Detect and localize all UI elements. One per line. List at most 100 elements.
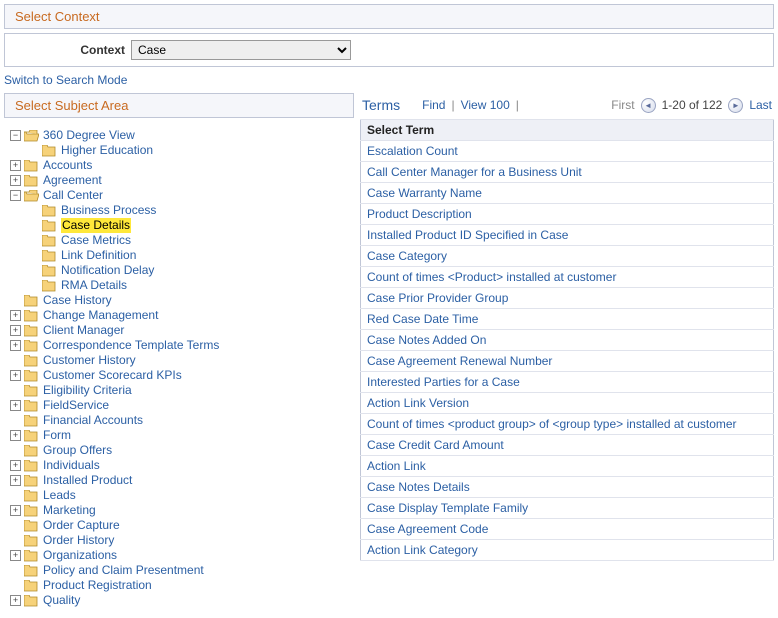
term-link[interactable]: Call Center Manager for a Business Unit — [361, 162, 774, 183]
tree-item[interactable]: Financial Accounts — [10, 413, 350, 428]
folder-open-icon — [24, 130, 39, 142]
expand-icon[interactable]: + — [10, 325, 21, 336]
separator: | — [451, 98, 454, 112]
tree-item-label: FieldService — [43, 398, 109, 413]
tree-item[interactable]: + FieldService — [10, 398, 350, 413]
tree-item[interactable]: Link Definition — [10, 248, 350, 263]
first-link[interactable]: First — [611, 98, 634, 112]
expand-icon[interactable]: + — [10, 460, 21, 471]
tree-item-label: Customer Scorecard KPIs — [43, 368, 182, 383]
tree-item-label: Agreement — [43, 173, 102, 188]
term-link[interactable]: Case Category — [361, 246, 774, 267]
expand-icon[interactable]: + — [10, 430, 21, 441]
tree-item[interactable]: Order Capture — [10, 518, 350, 533]
term-link[interactable]: Case Prior Provider Group — [361, 288, 774, 309]
term-link[interactable]: Product Description — [361, 204, 774, 225]
term-link[interactable]: Case Agreement Code — [361, 519, 774, 540]
context-select[interactable]: Case — [131, 40, 351, 60]
tree-item[interactable]: Case History — [10, 293, 350, 308]
table-row: Red Case Date Time — [361, 309, 774, 330]
tree-item[interactable]: Higher Education — [10, 143, 350, 158]
tree-item[interactable]: Case Details — [10, 218, 350, 233]
tree-item[interactable]: Customer History — [10, 353, 350, 368]
term-link[interactable]: Case Warranty Name — [361, 183, 774, 204]
folder-icon — [42, 145, 57, 157]
expand-icon[interactable]: + — [10, 595, 21, 606]
tree-item[interactable]: Order History — [10, 533, 350, 548]
tree-item[interactable]: + Correspondence Template Terms — [10, 338, 350, 353]
tree-item[interactable]: +Marketing — [10, 503, 350, 518]
table-row: Case Notes Added On — [361, 330, 774, 351]
view-100-link[interactable]: View 100 — [461, 98, 510, 112]
tree-item[interactable]: Group Offers — [10, 443, 350, 458]
next-button[interactable]: ► — [728, 98, 743, 113]
tree-item[interactable]: + Installed Product — [10, 473, 350, 488]
term-link[interactable]: Case Agreement Renewal Number — [361, 351, 774, 372]
collapse-icon[interactable]: − — [10, 190, 21, 201]
tree-item[interactable]: Leads — [10, 488, 350, 503]
tree-item[interactable]: Case Metrics — [10, 233, 350, 248]
tree-item-label: Accounts — [43, 158, 92, 173]
term-link[interactable]: Count of times <product group> of <group… — [361, 414, 774, 435]
no-expand-icon — [10, 580, 21, 591]
expand-icon[interactable]: + — [10, 175, 21, 186]
table-row: Interested Parties for a Case — [361, 372, 774, 393]
tree-item[interactable]: Policy and Claim Presentment — [10, 563, 350, 578]
tree-item[interactable]: Eligibility Criteria — [10, 383, 350, 398]
collapse-icon[interactable]: − — [10, 130, 21, 141]
tree-item[interactable]: +Individuals — [10, 458, 350, 473]
term-link[interactable]: Case Notes Added On — [361, 330, 774, 351]
no-expand-icon — [28, 280, 39, 291]
tree-item[interactable]: +Quality — [10, 593, 350, 608]
term-link[interactable]: Case Notes Details — [361, 477, 774, 498]
folder-icon — [24, 160, 39, 172]
select-subject-area-header: Select Subject Area — [4, 93, 354, 118]
term-link[interactable]: Action Link Version — [361, 393, 774, 414]
term-link[interactable]: Case Credit Card Amount — [361, 435, 774, 456]
select-context-header: Select Context — [4, 4, 774, 29]
prev-button[interactable]: ◄ — [641, 98, 656, 113]
last-link[interactable]: Last — [749, 98, 772, 112]
expand-icon[interactable]: + — [10, 370, 21, 381]
tree-item[interactable]: +Organizations — [10, 548, 350, 563]
table-row: Case Warranty Name — [361, 183, 774, 204]
switch-to-search-mode-link[interactable]: Switch to Search Mode — [4, 73, 127, 87]
expand-icon[interactable]: + — [10, 400, 21, 411]
expand-icon[interactable]: + — [10, 475, 21, 486]
tree-item[interactable]: −Call Center — [10, 188, 350, 203]
find-link[interactable]: Find — [422, 98, 445, 112]
expand-icon[interactable]: + — [10, 505, 21, 516]
tree-item-label: Installed Product — [43, 473, 132, 488]
tree-item[interactable]: + Customer Scorecard KPIs — [10, 368, 350, 383]
term-link[interactable]: Case Display Template Family — [361, 498, 774, 519]
expand-icon[interactable]: + — [10, 310, 21, 321]
expand-icon[interactable]: + — [10, 160, 21, 171]
terms-table-header: Select Term — [361, 120, 774, 141]
tree-item[interactable]: Product Registration — [10, 578, 350, 593]
tree-item[interactable]: RMA Details — [10, 278, 350, 293]
tree-item[interactable]: + Accounts — [10, 158, 350, 173]
tree-item[interactable]: Business Process — [10, 203, 350, 218]
term-link[interactable]: Count of times <Product> installed at cu… — [361, 267, 774, 288]
term-link[interactable]: Action Link Category — [361, 540, 774, 561]
expand-icon[interactable]: + — [10, 340, 21, 351]
term-link[interactable]: Escalation Count — [361, 141, 774, 162]
folder-icon — [24, 505, 39, 517]
tree-item[interactable]: + Agreement — [10, 173, 350, 188]
term-link[interactable]: Interested Parties for a Case — [361, 372, 774, 393]
term-link[interactable]: Action Link — [361, 456, 774, 477]
tree-item-label: Correspondence Template Terms — [43, 338, 219, 353]
tree-item[interactable]: Notification Delay — [10, 263, 350, 278]
term-link[interactable]: Red Case Date Time — [361, 309, 774, 330]
tree-item[interactable]: +Change Management — [10, 308, 350, 323]
tree-item-label: Eligibility Criteria — [43, 383, 132, 398]
folder-icon — [24, 325, 39, 337]
tree-item[interactable]: +Client Manager — [10, 323, 350, 338]
table-row: Case Category — [361, 246, 774, 267]
tree-item[interactable]: +Form — [10, 428, 350, 443]
folder-icon — [42, 220, 57, 232]
expand-icon[interactable]: + — [10, 550, 21, 561]
term-link[interactable]: Installed Product ID Specified in Case — [361, 225, 774, 246]
folder-icon — [24, 340, 39, 352]
tree-item[interactable]: −360 Degree View — [10, 128, 350, 143]
